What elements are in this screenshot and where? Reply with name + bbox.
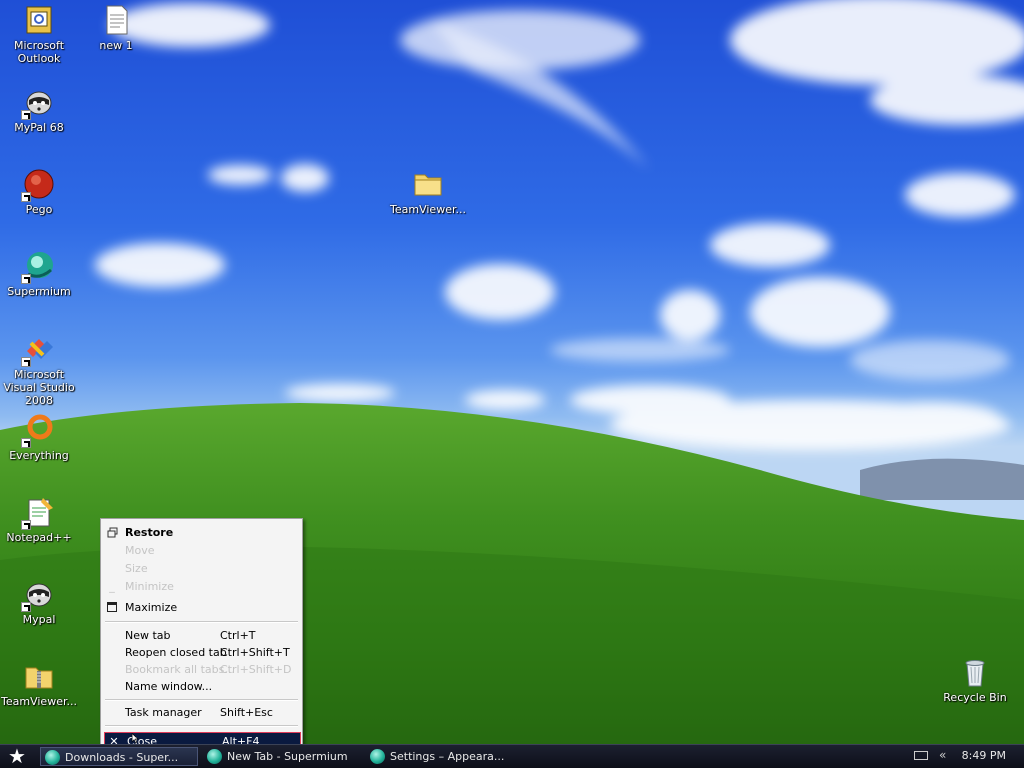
shortcut-arrow-icon [21,602,31,612]
menu-item-label: Move [125,544,155,557]
icon-label: Mypal [22,613,56,626]
menu-separator [105,621,298,623]
taskbar-button-settings[interactable]: Settings – Appeara... [366,747,526,766]
menu-item-label: Name window... [125,680,213,693]
desktop-icon-mypal[interactable]: Mypal [0,578,78,626]
menu-item-label: Task manager [125,706,202,719]
icon-label: Microsoft Visual Studio 2008 [3,368,75,407]
supermium-icon [21,250,55,284]
menu-item-shortcut: Ctrl+Shift+T [220,646,290,659]
recycle-bin-icon [959,656,991,688]
shortcut-arrow-icon [21,357,31,367]
taskbar-button-label: Settings – Appeara... [390,750,505,763]
icon-label: Pego [25,203,53,216]
desktop-icon-pego[interactable]: Pego [0,168,78,216]
icon-label: Everything [9,449,69,462]
menu-item-label: Reopen closed tab [125,646,227,659]
text-document-icon [100,4,132,36]
menu-separator [105,725,298,727]
supermium-icon [370,749,385,764]
maximize-icon [106,599,118,617]
menu-item-maximize[interactable]: Maximize [103,599,300,616]
desktop-icon-microsoft-outlook[interactable]: Microsoft Outlook [0,4,78,65]
menu-item-task-manager[interactable]: Task manager Shift+Esc [103,704,300,721]
taskbar: ★ Downloads - Super... New Tab - Supermi… [0,744,1024,768]
menu-item-size[interactable]: Size [103,560,300,577]
icon-label: Notepad++ [6,531,72,544]
menu-item-label: New tab [125,629,171,642]
menu-item-name-window[interactable]: Name window... [103,678,300,695]
mouse-cursor-icon [131,733,139,744]
desktop-icon-teamviewer-folder[interactable]: TeamViewer... [389,168,467,216]
menu-item-shortcut: Alt+F4 [222,735,260,744]
desktop-icon-supermium[interactable]: Supermium [0,250,78,298]
desktop-icon-new-1[interactable]: new 1 [77,4,155,52]
outlook-icon [23,4,55,36]
tray-expand-chevron[interactable]: « [939,748,946,762]
zip-folder-icon [23,660,55,692]
menu-item-minimize[interactable]: _ Minimize [103,578,300,595]
start-star-icon: ★ [8,744,26,768]
menu-item-label: Minimize [125,580,174,593]
taskbar-button-label: New Tab - Supermium [227,750,348,763]
close-icon: ✕ [109,735,119,744]
menu-separator [105,699,298,701]
shortcut-arrow-icon [21,192,31,202]
system-tray: « 8:49 PM [908,745,1024,768]
menu-item-label: Restore [125,526,174,539]
pego-icon [21,168,55,202]
menu-item-label: Maximize [125,601,178,614]
icon-label: new 1 [99,39,133,52]
folder-icon [412,168,444,200]
shortcut-arrow-icon [21,110,31,120]
icon-label: MyPal 68 [14,121,64,134]
icon-label: Recycle Bin [943,691,1007,704]
supermium-icon [207,749,222,764]
visual-studio-icon [21,333,55,367]
desktop-icon-teamviewer-zip[interactable]: TeamViewer... [0,660,78,708]
menu-item-reopen-closed-tab[interactable]: Reopen closed tab Ctrl+Shift+T [103,644,300,661]
minimize-icon: _ [109,580,115,593]
menu-item-new-tab[interactable]: New tab Ctrl+T [103,627,300,644]
menu-item-restore[interactable]: Restore [103,524,300,541]
menu-item-shortcut: Ctrl+T [220,629,256,642]
desktop[interactable]: Microsoft Outlook new 1 MyPal 68 Pego Su… [0,0,1024,744]
start-button[interactable]: ★ [4,746,30,768]
icon-label: TeamViewer... [390,203,466,216]
menu-item-move[interactable]: Move [103,542,300,559]
mypal-icon [21,578,55,612]
shortcut-arrow-icon [21,274,31,284]
taskbar-button-new-tab[interactable]: New Tab - Supermium [203,747,361,766]
menu-item-label: Size [125,562,148,575]
clock[interactable]: 8:49 PM [962,749,1006,762]
everything-icon [21,414,55,448]
notepadpp-icon [21,496,55,530]
menu-item-shortcut: Shift+Esc [220,706,273,719]
taskbar-button-downloads[interactable]: Downloads - Super... [40,747,198,766]
desktop-icon-recycle-bin[interactable]: Recycle Bin [936,656,1014,704]
desktop-icon-mypal-68[interactable]: MyPal 68 [0,86,78,134]
menu-item-bookmark-all-tabs[interactable]: Bookmark all tabs... Ctrl+Shift+D [103,661,300,678]
taskbar-button-label: Downloads - Super... [65,751,179,764]
desktop-icon-everything[interactable]: Everything [0,414,78,462]
menu-item-shortcut: Ctrl+Shift+D [220,663,292,676]
icon-label: TeamViewer... [1,695,77,708]
icon-label: Supermium [7,285,71,298]
desktop-icon-notepadpp[interactable]: Notepad++ [0,496,78,544]
supermium-icon [45,750,60,765]
mypal-icon [21,86,55,120]
icon-label: Microsoft Outlook [13,39,65,65]
desktop-icon-visual-studio-2008[interactable]: Microsoft Visual Studio 2008 [0,333,78,407]
restore-icon [106,524,118,543]
window-context-menu: Restore Move Size _ Minimize Maximize Ne… [100,518,303,744]
keyboard-icon[interactable] [914,751,928,760]
shortcut-arrow-icon [21,520,31,530]
shortcut-arrow-icon [21,438,31,448]
menu-item-label: Bookmark all tabs... [125,663,235,676]
